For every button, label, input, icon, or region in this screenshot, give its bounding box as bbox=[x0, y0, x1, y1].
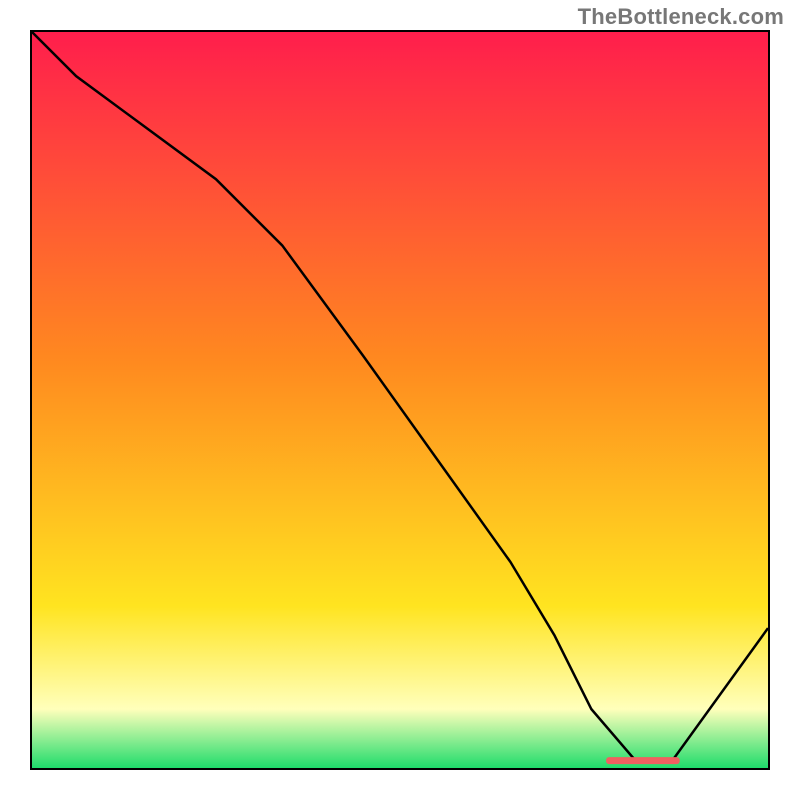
plot-area bbox=[30, 30, 770, 770]
optimal-marker bbox=[606, 757, 680, 764]
chart-svg bbox=[32, 32, 768, 768]
gradient-background bbox=[32, 32, 768, 768]
chart-container: TheBottleneck.com bbox=[0, 0, 800, 800]
watermark-text: TheBottleneck.com bbox=[578, 4, 784, 30]
